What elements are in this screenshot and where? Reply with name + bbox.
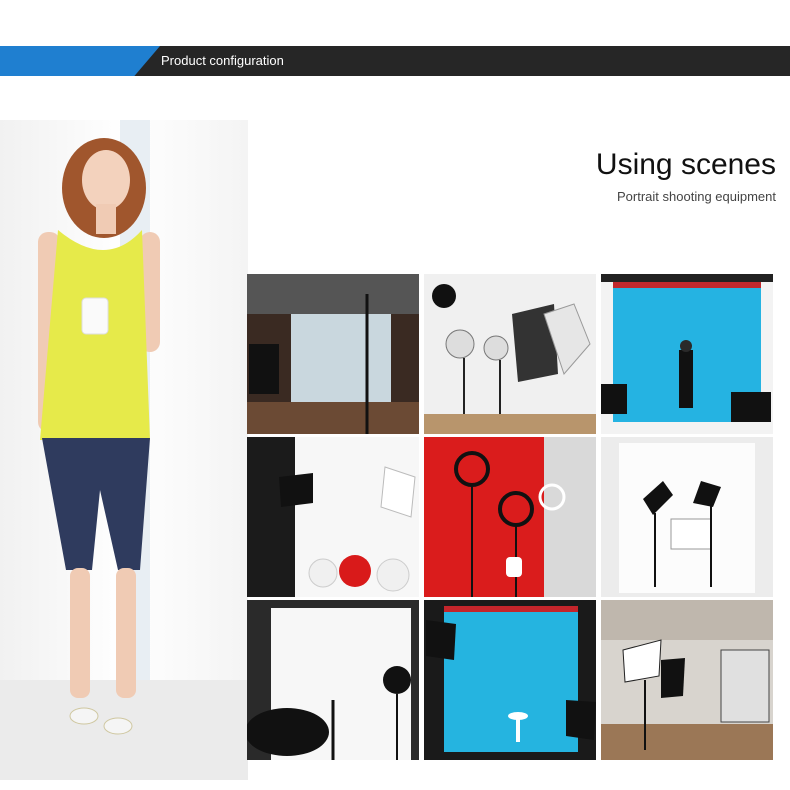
section-heading: Using scenes: [595, 148, 776, 181]
banner-title: Product configuration: [161, 53, 284, 68]
studio-window-room-photo: [247, 274, 419, 434]
white-backdrop-softboxes-photo: [601, 437, 773, 597]
studio-office-softboxes-photo: [601, 600, 773, 760]
model-photo: [0, 120, 248, 780]
white-backdrop-umbrella-photo: [247, 600, 419, 760]
banner-accent: [0, 46, 160, 76]
blue-backdrop-stool-photo: [424, 600, 596, 760]
section-subheading: Portrait shooting equipment: [617, 189, 776, 204]
section-banner: Product configuration: [0, 46, 790, 76]
studio-lights-white-room-photo: [424, 274, 596, 434]
blue-backdrop-model-photo: [601, 274, 773, 434]
scene-photo-grid: [247, 274, 773, 760]
white-studio-balloons-photo: [247, 437, 419, 597]
red-backdrop-ring-lights-photo: [424, 437, 596, 597]
